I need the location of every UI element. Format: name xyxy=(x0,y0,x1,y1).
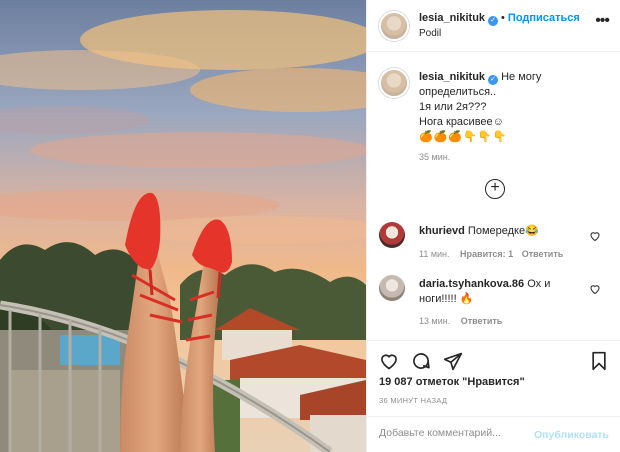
comment-input[interactable] xyxy=(379,427,529,439)
caption-avatar[interactable] xyxy=(379,68,409,98)
caption-line-2: определиться.. xyxy=(419,86,497,98)
separator-dot: • xyxy=(501,12,505,24)
comment-text: khurievd Помередке😂 xyxy=(419,224,569,239)
commenter-avatar[interactable] xyxy=(379,275,405,301)
comment-likes-count[interactable]: Нравится: 1 xyxy=(460,249,513,259)
share-icon[interactable] xyxy=(443,351,463,371)
reply-button[interactable]: Ответить xyxy=(522,249,564,259)
publish-button[interactable]: Опубликовать xyxy=(534,429,609,441)
post-header: lesia_nikituk ✓ • Подписаться Podil ••• xyxy=(367,0,620,52)
caption-emojis: 🍊🍊🍊👇👇👇 xyxy=(419,131,508,143)
comment-content: Помередке😂 xyxy=(467,225,539,237)
likes-count[interactable]: 19 087 отметок "Нравится" xyxy=(379,376,525,388)
header-user-row: lesia_nikituk ✓ • Подписаться xyxy=(419,12,580,26)
verified-badge-icon: ✓ xyxy=(488,75,499,85)
comment-heart-icon[interactable] xyxy=(589,283,601,295)
sunset-legs-photo xyxy=(0,0,366,452)
commenter-username[interactable]: khurievd xyxy=(419,225,465,237)
more-options-icon[interactable]: ••• xyxy=(595,12,610,30)
post-actions xyxy=(367,340,620,380)
verified-badge-icon: ✓ xyxy=(488,16,499,26)
posted-time[interactable]: 36 МИНУТ НАЗАД xyxy=(379,396,447,405)
comment-icon[interactable] xyxy=(411,351,431,371)
author-username[interactable]: lesia_nikituk xyxy=(419,12,485,24)
add-comment-bar: Опубликовать xyxy=(367,416,620,452)
comment-time[interactable]: 13 мин. xyxy=(419,316,450,326)
instagram-post: lesia_nikituk ✓ • Подписаться Podil ••• les… xyxy=(0,0,620,452)
follow-button[interactable]: Подписаться xyxy=(508,12,580,24)
comment-meta: 13 мин. Ответить xyxy=(419,316,502,326)
caption-text: lesia_nikituk ✓ Не могу определиться.. 1я… xyxy=(419,70,549,145)
comment-time[interactable]: 11 мин. xyxy=(419,249,450,259)
caption-line-4: Нога красивее☺ xyxy=(419,116,504,128)
comment-text: daria.tsyhankova.86 Ох и ноги!!!!! 🔥 xyxy=(419,277,564,307)
reply-button[interactable]: Ответить xyxy=(461,316,503,326)
commenter-username[interactable]: daria.tsyhankova.86 xyxy=(419,278,524,290)
caption-line-3: 1я или 2я??? xyxy=(419,101,487,113)
heart-icon[interactable] xyxy=(379,351,399,371)
post-photo[interactable] xyxy=(0,0,366,452)
bookmark-icon[interactable] xyxy=(589,351,609,371)
comment-heart-icon[interactable] xyxy=(589,230,601,242)
author-avatar[interactable] xyxy=(379,11,409,41)
caption-username[interactable]: lesia_nikituk xyxy=(419,71,485,83)
plus-circle-icon[interactable]: + xyxy=(485,179,505,199)
caption-line-1: Не могу xyxy=(501,71,542,83)
post-location[interactable]: Podil xyxy=(419,28,441,39)
comment-meta: 11 мин. Нравится: 1 Ответить xyxy=(419,249,563,259)
caption-time[interactable]: 35 мин. xyxy=(419,152,450,162)
commenter-avatar[interactable] xyxy=(379,222,405,248)
post-side-panel: lesia_nikituk ✓ • Подписаться Podil ••• les… xyxy=(366,0,620,452)
